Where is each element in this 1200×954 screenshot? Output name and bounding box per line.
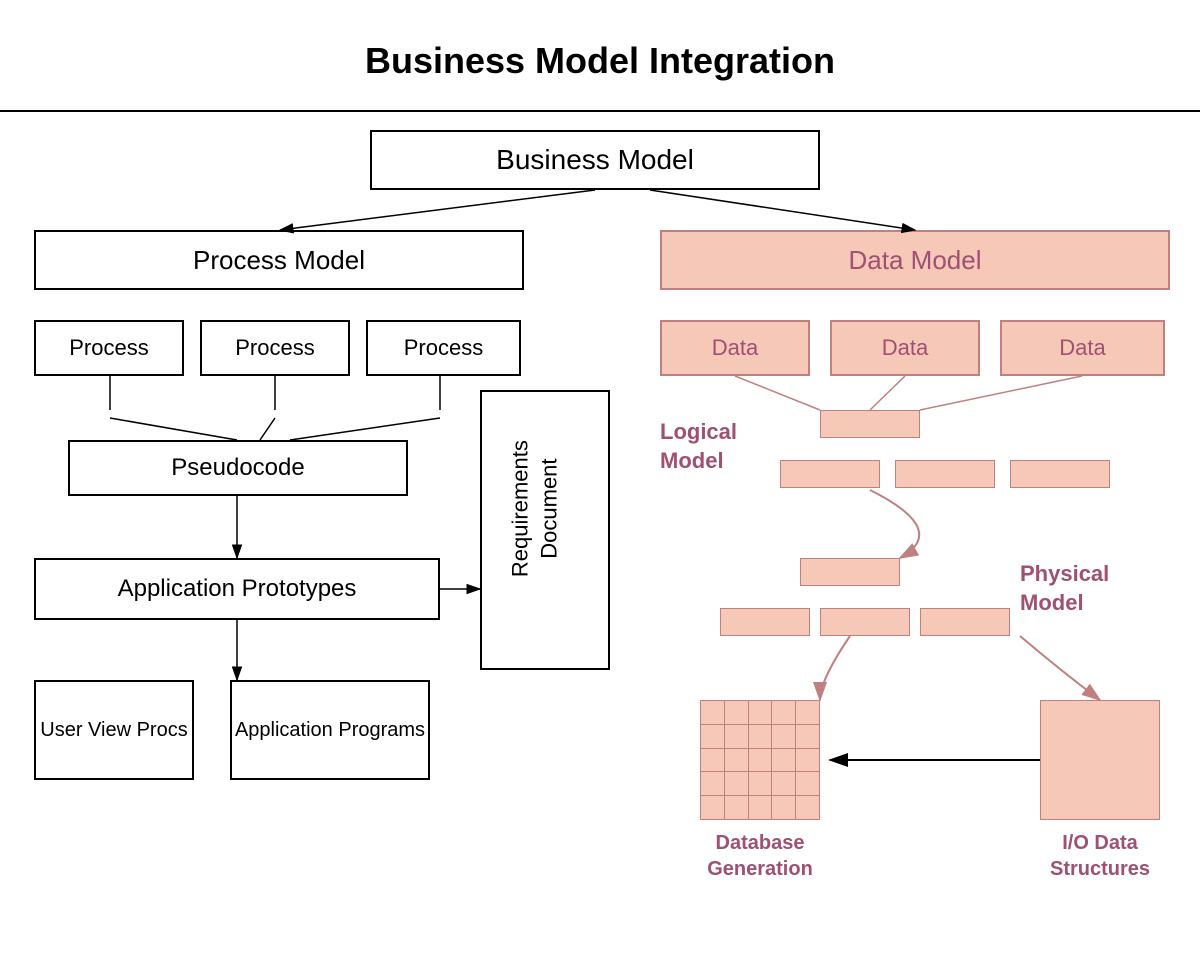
- top-divider: [0, 110, 1200, 112]
- business-model-label: Business Model: [496, 144, 694, 176]
- logical-rect-3: [895, 460, 995, 488]
- data-box-2: Data: [830, 320, 980, 376]
- app-programs-box: Application Programs: [230, 680, 430, 780]
- logical-model-label: LogicalModel: [660, 418, 737, 475]
- data-box-1: Data: [660, 320, 810, 376]
- user-view-procs-box: User View Procs: [34, 680, 194, 780]
- process-model-box: Process Model: [34, 230, 524, 290]
- pseudocode-box: Pseudocode: [68, 440, 408, 496]
- logical-rect-2: [780, 460, 880, 488]
- app-prototypes-label: Application Prototypes: [118, 575, 357, 603]
- io-data-structures-box: [1040, 700, 1160, 820]
- logical-rect-4: [1010, 460, 1110, 488]
- database-generation-label: Database Generation: [680, 830, 840, 882]
- user-view-procs-label: User View Procs: [40, 719, 187, 742]
- pseudocode-label: Pseudocode: [171, 454, 304, 482]
- data-model-label: Data Model: [849, 245, 982, 276]
- physical-model-label: PhysicalModel: [1020, 560, 1109, 617]
- data-box-3: Data: [1000, 320, 1165, 376]
- requirements-document-box: [480, 390, 610, 670]
- process-box-1: Process: [34, 320, 184, 376]
- process-box-3: Process: [366, 320, 521, 376]
- logical-rect-1: [820, 410, 920, 438]
- physical-rect-3: [820, 608, 910, 636]
- physical-rect-1: [800, 558, 900, 586]
- physical-rect-4: [920, 608, 1010, 636]
- process-box-2: Process: [200, 320, 350, 376]
- physical-rect-2: [720, 608, 810, 636]
- business-model-box: Business Model: [370, 130, 820, 190]
- process-model-label: Process Model: [193, 245, 365, 276]
- app-programs-label: Application Programs: [235, 719, 425, 742]
- app-prototypes-box: Application Prototypes: [34, 558, 440, 620]
- page-title: Business Model Integration: [0, 30, 1200, 86]
- database-grid: [700, 700, 820, 820]
- io-data-structures-label: I/O Data Structures: [1020, 830, 1180, 882]
- data-model-box: Data Model: [660, 230, 1170, 290]
- diagram-container: Business Model Integration Business Mode…: [0, 0, 1200, 954]
